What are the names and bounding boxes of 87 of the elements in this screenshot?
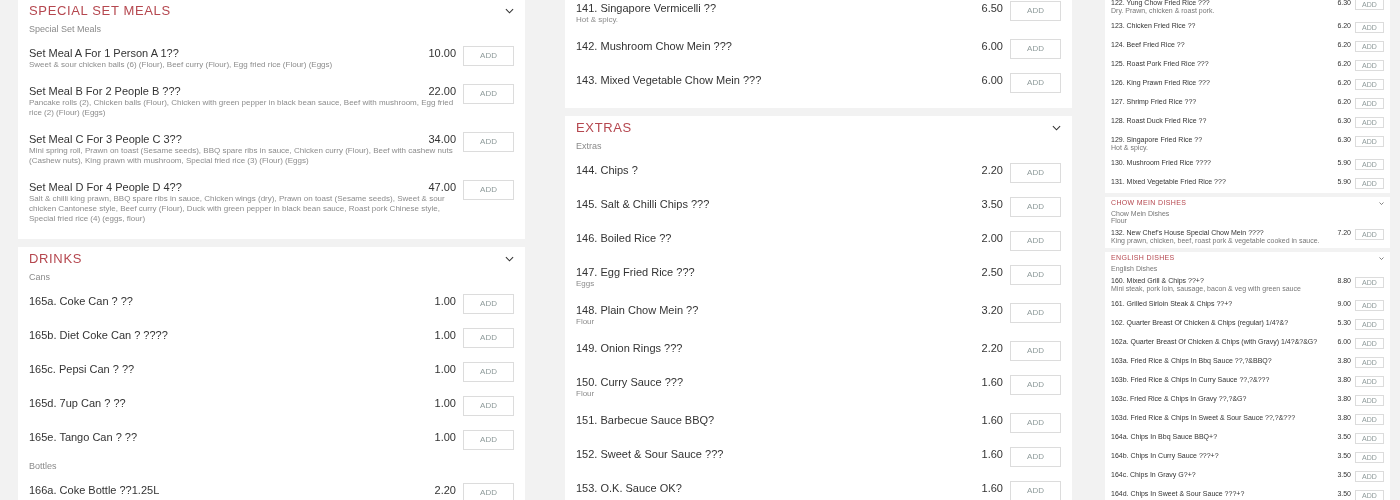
item-price: 6.00 — [981, 73, 1003, 87]
item-name: 150. Curry Sauce ??? — [576, 375, 683, 389]
item-name: 144. Chips ? — [576, 163, 638, 177]
item-description: Mini spring roll, Prawn on toast (Sesame seeds), BBQ spare ribs in sauce, Chicken curry (Flour), Beef with cashew nuts (Cashew nuts), King prawn with mushroom, Special fried rice (3) (Flour) (Eggs) — [29, 146, 454, 166]
add-button[interactable]: ADD — [463, 46, 514, 66]
add-button[interactable]: ADD — [463, 180, 514, 200]
item-price: 2.20 — [981, 163, 1003, 177]
category-heading: Cans — [29, 272, 51, 283]
item-name: 148. Plain Chow Mein ?? — [576, 303, 699, 317]
item-description: Sweet & sour chicken balls (6) (Flour), Beef curry (Flour), Egg fried rice (Flour) (Eggs) — [29, 60, 334, 70]
add-button[interactable]: ADD — [1010, 39, 1061, 59]
item-price: 1.60 — [981, 375, 1003, 389]
item-name: 165c. Pepsi Can ? ?? — [29, 362, 135, 376]
add-button[interactable]: ADD — [463, 396, 514, 416]
item-name: 147. Egg Fried Rice ??? — [576, 265, 695, 279]
item-name: 142. Mushroom Chow Mein ??? — [576, 39, 732, 53]
add-button[interactable]: ADD — [1010, 163, 1061, 183]
add-button[interactable]: ADD — [463, 483, 514, 500]
item-name: 149. Onion Rings ??? — [576, 341, 683, 355]
section-title: SPECIAL SET MEALS — [29, 2, 171, 21]
item-name: 152. Sweet & Sour Sauce ??? — [576, 447, 724, 461]
item-name: 166a. Coke Bottle ??1.25L — [29, 483, 160, 497]
chevron-down-icon[interactable] — [505, 256, 514, 262]
item-description: Pancake rolls (2), Chicken balls (Flour), Chicken with green pepper in black bean sauce, Beef with mushroom, Egg fried rice (2) (Flour) (Eggs) — [29, 98, 455, 118]
item-price: 1.60 — [981, 413, 1003, 427]
item-price: 1.00 — [434, 362, 456, 376]
add-button[interactable]: ADD — [1010, 481, 1061, 500]
add-button[interactable]: ADD — [1010, 265, 1061, 285]
item-name: 151. Barbecue Sauce BBQ? — [576, 413, 715, 427]
add-button[interactable]: ADD — [1010, 303, 1061, 323]
item-name: 165a. Coke Can ? ?? — [29, 294, 133, 308]
add-button[interactable]: ADD — [1010, 447, 1061, 467]
add-button[interactable]: ADD — [463, 132, 514, 152]
add-button[interactable]: ADD — [1010, 231, 1061, 251]
item-name: Set Meal A For 1 Person A 1?? — [29, 46, 179, 60]
item-price: 1.00 — [434, 430, 456, 444]
section-title: DRINKS — [29, 250, 83, 269]
item-name: Set Meal B For 2 People B ??? — [29, 84, 181, 98]
item-description: Hot & spicy. — [576, 15, 620, 25]
item-price: 6.50 — [981, 1, 1003, 15]
add-button[interactable]: ADD — [1010, 1, 1061, 21]
item-price: 22.00 — [428, 84, 456, 98]
category-heading: Special Set Meals — [29, 24, 103, 35]
item-price: 1.60 — [981, 447, 1003, 461]
item-name: Set Meal C For 3 People C 3?? — [29, 132, 182, 146]
item-name: 153. O.K. Sauce OK? — [576, 481, 682, 495]
item-price: 3.50 — [981, 197, 1003, 211]
item-name: 145. Salt & Chilli Chips ??? — [576, 197, 710, 211]
category-heading: Extras — [576, 141, 603, 152]
add-button[interactable]: ADD — [463, 328, 514, 348]
item-price: 3.20 — [981, 303, 1003, 317]
item-name: 165d. 7up Can ? ?? — [29, 396, 126, 410]
item-name: 146. Boiled Rice ?? — [576, 231, 672, 245]
item-description: Flour — [576, 317, 596, 327]
category-heading: Bottles — [29, 461, 58, 472]
item-price: 1.00 — [434, 396, 456, 410]
add-button[interactable]: ADD — [1010, 341, 1061, 361]
add-button[interactable]: ADD — [1010, 375, 1061, 395]
section-title: EXTRAS — [576, 119, 632, 138]
item-name: 165b. Diet Coke Can ? ???? — [29, 328, 168, 342]
add-button[interactable]: ADD — [463, 84, 514, 104]
item-price: 6.00 — [981, 39, 1003, 53]
item-price: 1.60 — [981, 481, 1003, 495]
item-price: 2.50 — [981, 265, 1003, 279]
item-name: 141. Singapore Vermicelli ?? — [576, 1, 717, 15]
item-price: 2.00 — [981, 231, 1003, 245]
item-price: 1.00 — [434, 328, 456, 342]
add-button[interactable]: ADD — [1010, 73, 1061, 93]
add-button[interactable]: ADD — [463, 294, 514, 314]
item-description: Flour — [576, 389, 596, 399]
item-name: 143. Mixed Vegetable Chow Mein ??? — [576, 73, 762, 87]
add-button[interactable]: ADD — [463, 362, 514, 382]
item-price: 2.20 — [981, 341, 1003, 355]
item-name: Set Meal D For 4 People D 4?? — [29, 180, 182, 194]
add-button[interactable]: ADD — [1010, 413, 1061, 433]
chevron-down-icon[interactable] — [505, 8, 514, 14]
item-name: 165e. Tango Can ? ?? — [29, 430, 138, 444]
add-button[interactable]: ADD — [1010, 197, 1061, 217]
item-price: 34.00 — [428, 132, 456, 146]
add-button[interactable]: ADD — [463, 430, 514, 450]
item-price: 47.00 — [428, 180, 456, 194]
chevron-down-icon[interactable] — [1052, 125, 1061, 131]
item-description: Eggs — [576, 279, 596, 289]
item-price: 10.00 — [428, 46, 456, 60]
item-price: 1.00 — [434, 294, 456, 308]
item-price: 2.20 — [434, 483, 456, 497]
item-description: Salt & chilli king prawn, BBQ spare ribs in sauce, Chicken wings (dry), Prawn on toast (Sesame seeds), Sweet & sour chicken Cantonese style, Beef curry (Flour), Duck with green pepper in black bean sauce, Roast pork Chinese style, Special fried rice (4) (eggs, flour) — [29, 194, 446, 224]
